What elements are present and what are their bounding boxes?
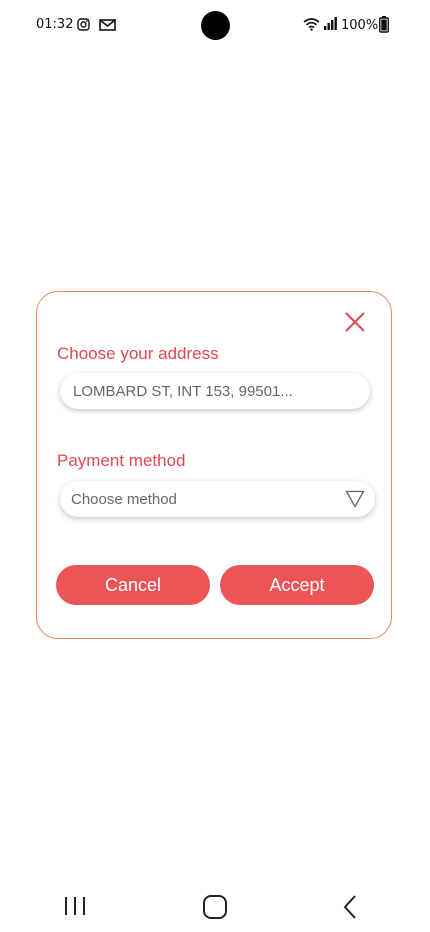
back-icon[interactable]: [342, 894, 358, 920]
triangle-down-icon: [345, 490, 365, 508]
screen: 01:32 100% Choose your address LOMBARD S…: [0, 0, 430, 932]
cancel-button[interactable]: Cancel: [56, 565, 210, 605]
payment-method-select[interactable]: Choose method: [60, 481, 375, 517]
address-payment-dialog: Choose your address Payment method Choos…: [36, 291, 392, 639]
home-icon[interactable]: [202, 894, 228, 920]
address-label: Choose your address: [57, 344, 219, 363]
status-bar: 01:32 100%: [0, 0, 430, 52]
payment-method-placeholder: Choose method: [71, 490, 177, 508]
status-time: 01:32: [36, 17, 74, 32]
recents-icon[interactable]: [63, 894, 87, 918]
battery-icon: [379, 16, 389, 33]
payment-label: Payment method: [57, 451, 186, 470]
mail-icon: [99, 19, 116, 31]
wifi-icon: [303, 18, 320, 31]
address-field-container: [60, 373, 370, 409]
battery-percent: 100%: [341, 18, 379, 33]
signal-icon: [324, 17, 337, 30]
instagram-icon: [77, 18, 90, 31]
address-input[interactable]: [71, 381, 370, 401]
accept-button[interactable]: Accept: [220, 565, 374, 605]
navigation-bar: [0, 880, 430, 932]
front-camera: [201, 11, 230, 40]
close-icon[interactable]: [343, 310, 367, 334]
